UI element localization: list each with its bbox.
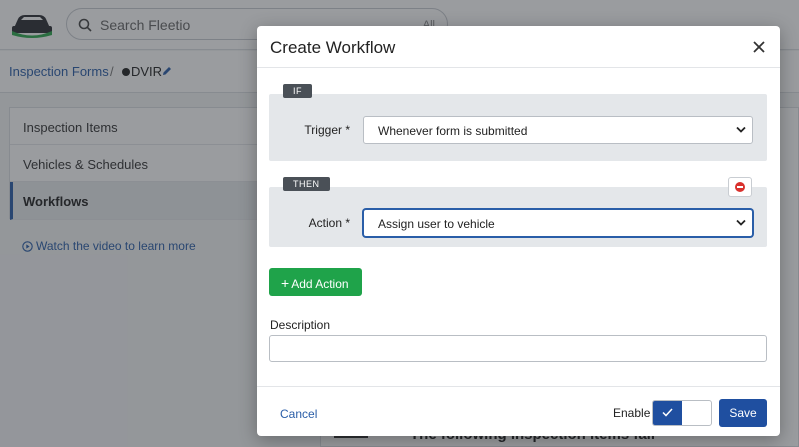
trigger-value: Whenever form is submitted (378, 124, 528, 138)
action-label: Action * (308, 216, 350, 230)
modal-footer: Cancel Enable Save (257, 386, 780, 436)
action-value: Assign user to vehicle (378, 217, 495, 231)
trigger-label: Trigger * (304, 123, 350, 137)
remove-action-button[interactable] (728, 177, 752, 197)
add-action-label: Add Action (291, 277, 349, 291)
chevron-down-icon (736, 219, 746, 226)
if-tag: IF (283, 84, 312, 98)
enable-label: Enable (613, 406, 651, 420)
checkmark-icon (662, 408, 673, 417)
modal-header: Create Workflow (257, 26, 780, 68)
then-tag: THEN (283, 177, 330, 191)
toggle-on-segment (653, 401, 682, 425)
save-button[interactable]: Save (719, 399, 767, 427)
description-input[interactable] (269, 335, 767, 362)
cancel-button[interactable]: Cancel (280, 407, 317, 421)
chevron-down-icon (736, 126, 746, 133)
minus-circle-icon (735, 182, 745, 192)
enable-toggle[interactable] (652, 400, 712, 426)
modal-title: Create Workflow (270, 38, 396, 57)
description-label: Description (270, 318, 331, 332)
action-select[interactable]: Assign user to vehicle (363, 209, 753, 237)
create-workflow-modal: Create Workflow IF Trigger * Whenever fo… (257, 26, 780, 436)
trigger-select[interactable]: Whenever form is submitted (363, 116, 753, 144)
close-icon[interactable] (750, 38, 768, 56)
plus-icon: + (281, 275, 290, 291)
add-action-button[interactable]: + Add Action (269, 268, 362, 296)
